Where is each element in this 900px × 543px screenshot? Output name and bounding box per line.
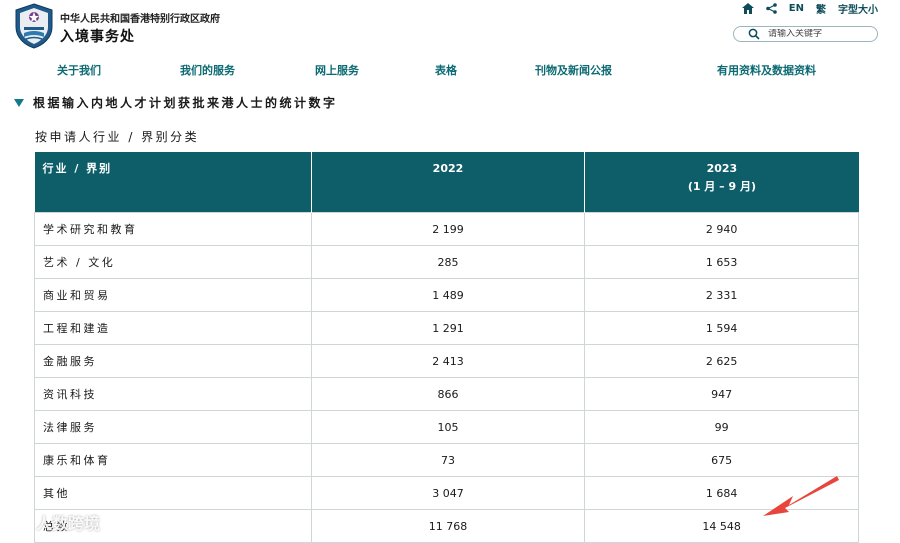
home-icon[interactable]: [741, 3, 754, 14]
language-en-link[interactable]: EN: [789, 3, 804, 14]
row-value-2022: 866: [310, 377, 586, 411]
header-2023-year: 2023: [706, 162, 738, 175]
row-category: 其他: [34, 476, 312, 510]
row-category: 工程和建造: [34, 311, 312, 345]
row-value-2023: 1 653: [584, 245, 859, 279]
nav-item-our-services[interactable]: 我们的服务: [180, 62, 235, 78]
search-input[interactable]: [768, 29, 868, 39]
utility-links: EN 繁 字型大小: [741, 1, 878, 16]
table-row: 法律服务 105 99: [34, 410, 859, 444]
row-value-2022: 2 199: [310, 212, 586, 246]
table-row: 艺术 / 文化 285 1 653: [34, 245, 859, 279]
nav-item-forms[interactable]: 表格: [435, 62, 457, 78]
row-category: 法律服务: [34, 410, 312, 444]
government-name: 中华人民共和国香港特别行政区政府: [60, 14, 220, 25]
row-value-2023: 99: [584, 410, 859, 444]
nav-item-useful-info[interactable]: 有用资料及数据资料: [717, 62, 816, 78]
row-category: 学术研究和教育: [34, 212, 312, 246]
search-icon[interactable]: [748, 27, 764, 41]
nav-item-publications-press[interactable]: 刊物及新闻公报: [535, 62, 612, 78]
expand-triangle-icon[interactable]: [14, 98, 24, 107]
table-caption: 按申请人行业 / 界别分类: [35, 130, 200, 144]
row-value-2022: 105: [310, 410, 586, 444]
department-name[interactable]: 入境事务处: [60, 26, 135, 46]
row-value-2022: 11 768: [310, 509, 586, 543]
watermark: 人数跨境: [6, 510, 100, 534]
row-category: 艺术 / 文化: [34, 245, 312, 279]
watermark-logo-icon: [6, 514, 31, 530]
table-row: 商业和贸易 1 489 2 331: [34, 278, 859, 312]
row-value-2022: 3 047: [310, 476, 586, 510]
table-row: 学术研究和教育 2 199 2 940: [34, 212, 859, 246]
header-2022: 2022: [311, 152, 586, 213]
statistics-table: 行业 / 界别 2022 2023 (1 月 – 9 月) 学术研究和教育 2 1…: [34, 152, 859, 543]
row-category: 金融服务: [34, 344, 312, 378]
header-category: 行业 / 界别: [34, 152, 312, 213]
row-category: 康乐和体育: [34, 443, 312, 477]
logo-emblem-icon[interactable]: [14, 3, 54, 49]
row-value-2023: 1 594: [584, 311, 859, 345]
row-value-2022: 2 413: [310, 344, 586, 378]
table-row: 其他 3 047 1 684: [34, 476, 859, 510]
nav-item-online-services[interactable]: 网上服务: [315, 62, 359, 78]
language-traditional-link[interactable]: 繁: [816, 1, 826, 16]
page-title: 根据输入内地人才计划获批来港人士的统计数字: [33, 96, 338, 110]
font-size-link[interactable]: 字型大小: [838, 1, 878, 16]
row-value-2022: 285: [310, 245, 586, 279]
nav-item-about-us[interactable]: 关于我们: [57, 62, 101, 78]
search-box[interactable]: [733, 26, 878, 42]
annotation-arrow-icon: [763, 476, 839, 516]
row-value-2022: 73: [310, 443, 586, 477]
share-icon[interactable]: [765, 3, 777, 14]
header-2023: 2023 (1 月 – 9 月): [584, 152, 859, 213]
main-navigation: 关于我们 我们的服务 网上服务 表格 刊物及新闻公报 有用资料及数据资料: [0, 62, 900, 78]
row-category: 资讯科技: [34, 377, 312, 411]
table-header-row: 行业 / 界别 2022 2023 (1 月 – 9 月): [34, 152, 859, 213]
table-row-total: 总数 11 768 14 548: [34, 509, 859, 543]
table-row: 康乐和体育 73 675: [34, 443, 859, 477]
row-value-2022: 1 291: [310, 311, 586, 345]
watermark-text: 人数跨境: [36, 514, 101, 533]
row-value-2023: 2 625: [584, 344, 859, 378]
table-row: 工程和建造 1 291 1 594: [34, 311, 859, 345]
row-value-2023: 947: [584, 377, 859, 411]
row-value-2023: 2 331: [584, 278, 859, 312]
row-category: 商业和贸易: [34, 278, 312, 312]
row-value-2022: 1 489: [310, 278, 586, 312]
header-2023-period: (1 月 – 9 月): [687, 180, 756, 193]
section-heading[interactable]: 根据输入内地人才计划获批来港人士的统计数字: [14, 94, 338, 111]
row-value-2023: 2 940: [584, 212, 859, 246]
table-row: 金融服务 2 413 2 625: [34, 344, 859, 378]
table-row: 资讯科技 866 947: [34, 377, 859, 411]
